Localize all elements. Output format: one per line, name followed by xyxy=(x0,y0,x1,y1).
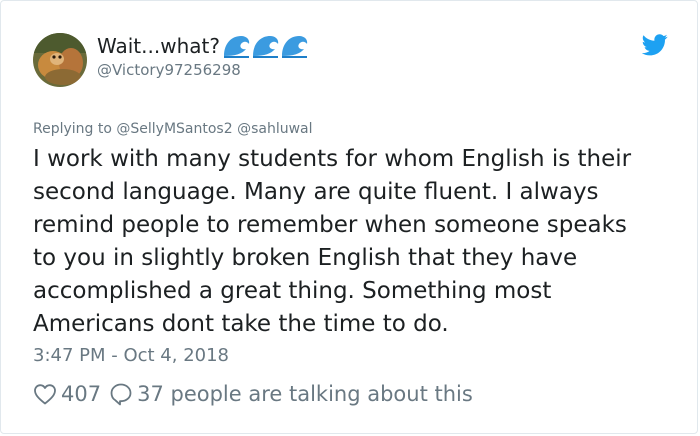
engagement-bar: 407 37 people are talking about this xyxy=(33,379,473,409)
twitter-bird-icon[interactable] xyxy=(642,34,668,56)
tweet-text: I work with many students for whom Engli… xyxy=(33,146,632,337)
wave-icon xyxy=(281,36,308,58)
wave-icon xyxy=(252,36,279,58)
avatar[interactable] xyxy=(33,33,87,87)
mention-link[interactable]: @sahluwal xyxy=(237,121,312,137)
replying-to: Replying to @SellyMSantos2 @sahluwal xyxy=(33,121,313,137)
heart-icon xyxy=(34,384,56,405)
wave-emojis xyxy=(222,34,309,58)
display-name-text: Wait...what? xyxy=(97,34,220,58)
replying-to-label: Replying to xyxy=(33,121,112,137)
tweet-card: Wait...what? @Victory97256298 Replying t… xyxy=(0,0,698,434)
speech-bubble-icon xyxy=(110,383,132,406)
timestamp[interactable]: 3:47 PM - Oct 4, 2018 xyxy=(33,345,229,366)
user-handle[interactable]: @Victory97256298 xyxy=(97,61,241,79)
display-name[interactable]: Wait...what? xyxy=(97,34,309,58)
like-count: 407 xyxy=(61,382,102,406)
like-button[interactable]: 407 xyxy=(33,382,109,406)
talking-count: 37 people are talking about this xyxy=(137,382,473,406)
reply-button[interactable]: 37 people are talking about this xyxy=(109,382,473,406)
wave-icon xyxy=(223,36,250,58)
mention-link[interactable]: @SellyMSantos2 xyxy=(116,121,232,137)
